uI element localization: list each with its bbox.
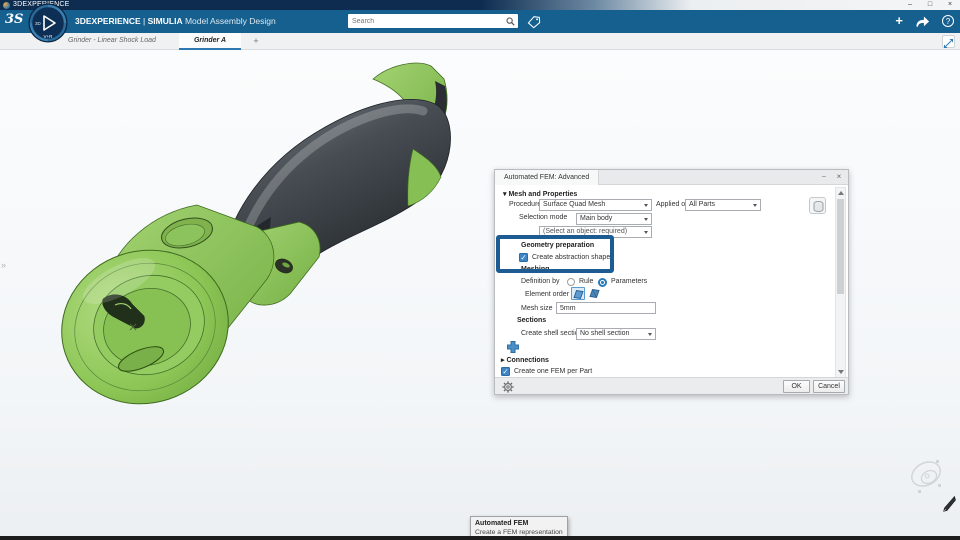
- scrollbar-thumb[interactable]: [837, 199, 844, 294]
- applied-on-dropdown[interactable]: All Parts: [685, 199, 761, 211]
- element-order-label: Element order: [525, 291, 569, 298]
- search-input[interactable]: [352, 14, 500, 28]
- app-bar: 3DEXPERIENCE | SIMULIA Model Assembly De…: [0, 10, 960, 33]
- app-name: Model Assembly Design: [184, 16, 276, 26]
- gear-icon[interactable]: [502, 380, 514, 395]
- doc-tab-grinder-a[interactable]: Grinder A: [179, 33, 241, 50]
- grinder-3d-model[interactable]: [45, 55, 475, 415]
- 3dexperience-compass[interactable]: V+R 3D: [28, 3, 68, 43]
- dassault-systemes-logo: 3S: [5, 12, 24, 27]
- window-maximize-icon[interactable]: □: [920, 0, 940, 10]
- share-icon[interactable]: [915, 15, 930, 28]
- dialog-title: Automated FEM: Advanced: [495, 170, 600, 185]
- dialog-titlebar[interactable]: Automated FEM: Advanced – ×: [495, 170, 848, 185]
- connections-section[interactable]: ▸ Connections: [501, 356, 549, 364]
- 3d-viewport[interactable]: » Automated FEM: Advanced – × ▾ Mesh and…: [0, 50, 960, 540]
- create-abstraction-shape-label: Create abstraction shape: [532, 254, 611, 261]
- pencil-cursor-icon: [943, 496, 956, 512]
- app-title: 3DEXPERIENCE | SIMULIA Model Assembly De…: [75, 16, 276, 26]
- create-shell-section-dropdown[interactable]: No shell section: [576, 328, 656, 340]
- chevron-down-icon: ▾: [503, 191, 507, 198]
- brand-separator: |: [143, 16, 146, 26]
- brand-3dexperience: 3DEXPERIENCE: [75, 16, 141, 26]
- brand-product: SIMULIA: [147, 16, 183, 26]
- help-icon[interactable]: ?: [942, 15, 954, 27]
- definition-by-label: Definition by: [521, 278, 560, 285]
- window-minimize-icon[interactable]: –: [900, 0, 920, 10]
- add-mesh-part-icon[interactable]: [506, 340, 520, 356]
- svg-text:3D: 3D: [35, 21, 42, 26]
- geometry-preparation-header: Geometry preparation: [521, 242, 595, 249]
- selection-mode-dropdown[interactable]: Main body: [576, 213, 652, 225]
- fit-viewport-icon[interactable]: [942, 35, 955, 48]
- create-one-fem-checkbox[interactable]: ✓: [501, 367, 510, 376]
- window-close-icon[interactable]: ×: [940, 0, 960, 10]
- procedure-dropdown[interactable]: Surface Quad Mesh: [539, 199, 652, 211]
- checkmark-icon: ✓: [502, 367, 509, 376]
- bottom-edge-strip: [0, 536, 960, 540]
- scroll-down-icon[interactable]: [838, 370, 844, 374]
- application-window: 3DEXPERIENCE – □ × 3DEXPERIENCE | SIMULI…: [0, 0, 960, 540]
- search-box[interactable]: [348, 14, 518, 28]
- panel-expander-icon[interactable]: »: [1, 260, 6, 270]
- dialog-close-icon[interactable]: ×: [833, 170, 845, 184]
- appbar-actions: + ?: [895, 13, 954, 29]
- support-shape-icon[interactable]: [809, 197, 826, 214]
- scroll-up-icon[interactable]: [838, 191, 844, 195]
- chevron-right-icon: ▸: [501, 357, 505, 364]
- rule-radio[interactable]: [567, 278, 575, 286]
- app-window-icon: [3, 1, 10, 9]
- support-dropdown[interactable]: (Select an object: required): [539, 226, 652, 238]
- create-shell-section-label: Create shell section: [521, 330, 583, 337]
- robot-navigation-ghost-icon[interactable]: [906, 454, 948, 498]
- new-tab-button[interactable]: +: [248, 33, 264, 50]
- compass-version-label: V+R: [44, 34, 54, 39]
- document-tabbar: Grinder - Linear Shock Load Grinder A +: [0, 33, 960, 50]
- tooltip-title: Automated FEM: [475, 520, 529, 527]
- procedure-label: Procedure: [509, 201, 542, 208]
- dialog-scrollbar[interactable]: [835, 187, 846, 378]
- tag-icon[interactable]: [527, 15, 541, 29]
- automated-fem-dialog: Automated FEM: Advanced – × ▾ Mesh and P…: [494, 169, 849, 395]
- create-one-fem-label: Create one FEM per Part: [514, 368, 593, 375]
- meshing-header: Meshing: [521, 266, 550, 273]
- mesh-size-input[interactable]: [557, 303, 655, 313]
- sections-header: Sections: [517, 317, 547, 324]
- create-abstraction-shape-checkbox[interactable]: ✓: [519, 253, 528, 262]
- parameters-label: Parameters: [611, 278, 648, 285]
- ok-button[interactable]: OK: [783, 380, 810, 393]
- mesh-size-field[interactable]: [556, 302, 656, 314]
- add-app-icon[interactable]: +: [895, 13, 903, 29]
- window-titlebar: 3DEXPERIENCE – □ ×: [0, 0, 960, 10]
- element-order-linear-icon[interactable]: [571, 287, 585, 300]
- cancel-button[interactable]: Cancel: [813, 380, 845, 393]
- element-order-quadratic-icon[interactable]: [588, 287, 602, 300]
- mesh-size-label: Mesh size: [521, 305, 553, 312]
- rule-label: Rule: [579, 278, 594, 285]
- doc-tab-linear-shock-load[interactable]: Grinder - Linear Shock Load: [60, 33, 178, 50]
- mesh-properties-section[interactable]: ▾ Mesh and Properties: [503, 190, 577, 198]
- dialog-minimize-icon[interactable]: –: [818, 170, 830, 184]
- selection-mode-label: Selection mode: [519, 214, 568, 221]
- search-icon[interactable]: [506, 16, 515, 26]
- dialog-footer: OK Cancel: [495, 377, 848, 394]
- parameters-radio[interactable]: [598, 277, 607, 287]
- checkmark-icon: ✓: [520, 253, 527, 262]
